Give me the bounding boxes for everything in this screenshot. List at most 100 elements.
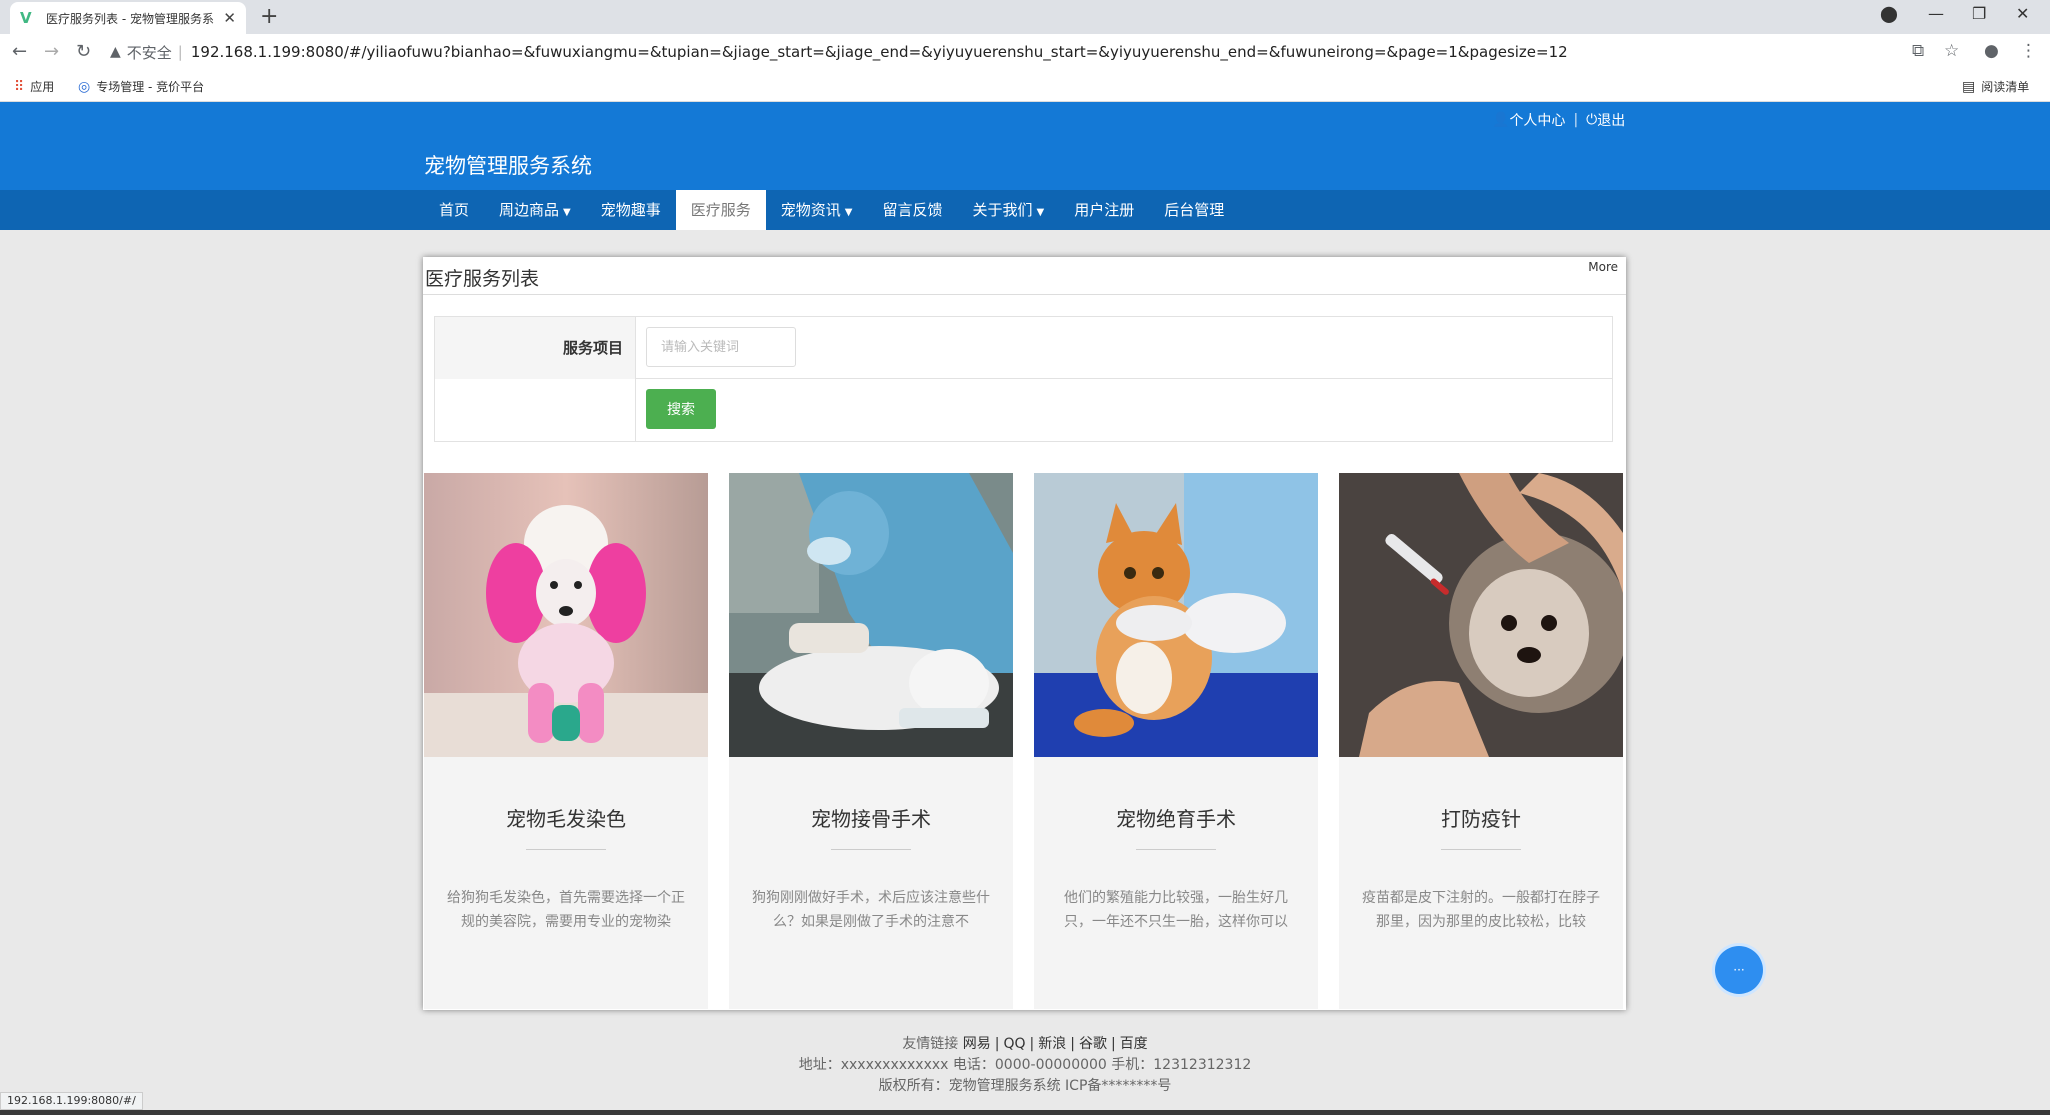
restore-icon[interactable]: ❐ bbox=[1972, 4, 1986, 23]
nav-register[interactable]: 用户注册 bbox=[1059, 190, 1149, 230]
divider bbox=[526, 849, 606, 850]
user-center-link[interactable]: 个人中心 bbox=[1509, 110, 1565, 130]
taskbar-strip bbox=[0, 1110, 2050, 1115]
close-tab-icon[interactable]: ✕ bbox=[223, 9, 236, 27]
friend-links-label: 友情链接 bbox=[902, 1036, 959, 1052]
footer-link-sina[interactable]: 新浪 bbox=[1038, 1036, 1066, 1052]
profile-dropdown-icon[interactable]: ⬤ bbox=[1880, 4, 1898, 23]
footer-link-google[interactable]: 谷歌 bbox=[1079, 1036, 1107, 1052]
chevron-down-icon: ▼ bbox=[563, 207, 571, 218]
card-description: 给狗狗毛发染色，首先需要选择一个正规的美容院，需要用专业的宠物染 bbox=[447, 890, 685, 930]
back-icon[interactable]: ← bbox=[12, 41, 27, 62]
card-title[interactable]: 宠物毛发染色 bbox=[424, 803, 708, 832]
service-search-input[interactable] bbox=[646, 327, 796, 367]
reading-list-icon: ▤ bbox=[1962, 78, 1976, 95]
orange-cat-vet-image bbox=[1034, 473, 1318, 757]
card-title[interactable]: 宠物接骨手术 bbox=[729, 803, 1013, 832]
url-field[interactable]: ▲ 不安全 | 192.168.1.199:8080/#/yiliaofuwu?… bbox=[110, 39, 1900, 65]
divider: | bbox=[1573, 112, 1579, 128]
divider bbox=[1441, 849, 1521, 850]
insecure-label: 不安全 bbox=[126, 43, 172, 62]
reload-icon[interactable]: ↻ bbox=[76, 41, 91, 62]
nav-pet-news[interactable]: 宠物资讯 ▼ bbox=[766, 190, 868, 230]
nav-home[interactable]: 首页 bbox=[424, 190, 484, 230]
translate-icon[interactable]: ⧉ bbox=[1912, 41, 1924, 61]
address-bar: ← → ↻ ▲ 不安全 | 192.168.1.199:8080/#/yilia… bbox=[0, 34, 2050, 70]
window-close-icon[interactable]: ✕ bbox=[2016, 4, 2029, 23]
minimize-icon[interactable]: — bbox=[1928, 4, 1944, 23]
nav-label: 关于我们 bbox=[972, 201, 1033, 219]
bookmarks-bar: ⠿ 应用 ◎ 专场管理 - 竞价平台 ▤ 阅读清单 bbox=[0, 70, 2050, 102]
chevron-down-icon: ▼ bbox=[1036, 207, 1045, 218]
service-image[interactable] bbox=[729, 473, 1013, 757]
forward-icon[interactable]: → bbox=[44, 41, 59, 62]
card-description: 狗狗刚刚做好手术，术后应该注意些什么？如果是刚做了手术的注意不 bbox=[752, 890, 990, 930]
panel-header: 医疗服务列表 More bbox=[423, 257, 1626, 295]
divider: | bbox=[994, 1036, 1000, 1052]
nav-label: 后台管理 bbox=[1164, 201, 1225, 219]
card-title[interactable]: 宠物绝育手术 bbox=[1034, 803, 1318, 832]
site-logo-icon: ◎ bbox=[78, 78, 91, 95]
dog-vaccine-image bbox=[1339, 473, 1623, 757]
card-description: 疫苗都是皮下注射的。一般都打在脖子那里，因为那里的皮比较松，比较 bbox=[1362, 890, 1600, 930]
site-title: 宠物管理服务系统 bbox=[424, 154, 592, 178]
browser-tab[interactable]: V 医疗服务列表 - 宠物管理服务系 ✕ bbox=[10, 2, 246, 34]
site-header: 👤 个人中心 | ⏻ 退出 宠物管理服务系统 bbox=[0, 102, 2050, 190]
url-text: 192.168.1.199:8080/#/yiliaofuwu?bianhao=… bbox=[190, 43, 1568, 61]
bookmark-site[interactable]: ◎ 专场管理 - 竞价平台 bbox=[78, 78, 204, 95]
profile-icon[interactable]: ● bbox=[1984, 41, 1999, 61]
bookmark-label: 专场管理 - 竞价平台 bbox=[96, 80, 205, 94]
vue-favicon-icon: V bbox=[20, 9, 32, 27]
service-card[interactable]: 宠物接骨手术 狗狗刚刚做好手术，术后应该注意些什么？如果是刚做了手术的注意不 bbox=[729, 473, 1013, 1009]
nav-label: 留言反馈 bbox=[882, 201, 943, 219]
nav-label: 用户注册 bbox=[1074, 201, 1135, 219]
nav-label: 宠物趣事 bbox=[600, 201, 661, 219]
divider bbox=[831, 849, 911, 850]
card-description: 他们的繁殖能力比较强，一胎生好几只，一年还不只生一胎，这样你可以 bbox=[1064, 890, 1288, 930]
power-icon: ⏻ bbox=[1586, 112, 1598, 128]
footer-link-baidu[interactable]: 百度 bbox=[1120, 1036, 1148, 1052]
footer-link-qq[interactable]: QQ bbox=[1003, 1036, 1025, 1052]
reading-list[interactable]: ▤ 阅读清单 bbox=[1962, 78, 2029, 95]
dots-icon: ··· bbox=[1733, 963, 1745, 977]
divider: | bbox=[1070, 1036, 1075, 1052]
service-card[interactable]: 宠物绝育手术 他们的繁殖能力比较强，一胎生好几只，一年还不只生一胎，这样你可以 bbox=[1034, 473, 1318, 1009]
service-cards: 宠物毛发染色 给狗狗毛发染色，首先需要选择一个正规的美容院，需要用专业的宠物染 bbox=[424, 473, 1625, 1009]
divider bbox=[1136, 849, 1216, 850]
divider: | bbox=[1110, 1036, 1116, 1052]
bookmark-label: 应用 bbox=[30, 80, 55, 94]
nav-about[interactable]: 关于我们 ▼ bbox=[958, 190, 1060, 230]
nav-medical-service[interactable]: 医疗服务 bbox=[675, 190, 766, 230]
service-image[interactable] bbox=[1034, 473, 1318, 757]
empty-label bbox=[435, 379, 636, 441]
service-image[interactable] bbox=[1339, 473, 1623, 757]
nav-feedback[interactable]: 留言反馈 bbox=[867, 190, 957, 230]
nav-products[interactable]: 周边商品 ▼ bbox=[484, 190, 586, 230]
card-title[interactable]: 打防疫针 bbox=[1339, 803, 1623, 832]
menu-kebab-icon[interactable]: ⋮ bbox=[2020, 41, 2037, 61]
service-list-panel: 医疗服务列表 More 服务项目 搜索 bbox=[423, 257, 1626, 1010]
user-links: 👤 个人中心 | ⏻ 退出 bbox=[1492, 110, 1625, 130]
logout-link[interactable]: 退出 bbox=[1597, 110, 1625, 130]
nav-label: 医疗服务 bbox=[690, 201, 751, 219]
search-row-keyword: 服务项目 bbox=[435, 317, 1612, 379]
user-icon: 👤 bbox=[1492, 112, 1510, 128]
new-tab-icon[interactable]: + bbox=[260, 4, 278, 29]
bookmark-star-icon[interactable]: ☆ bbox=[1944, 41, 1959, 61]
nav-admin[interactable]: 后台管理 bbox=[1149, 190, 1239, 230]
footer-copyright: 版权所有：宠物管理服务系统 ICP备********号 bbox=[878, 1078, 1172, 1094]
floating-widget-button[interactable]: ··· bbox=[1715, 946, 1763, 994]
url-separator: | bbox=[177, 43, 183, 61]
service-image[interactable] bbox=[424, 473, 708, 757]
bookmark-apps[interactable]: ⠿ 应用 bbox=[14, 78, 54, 95]
tab-title: 医疗服务列表 - 宠物管理服务系 bbox=[46, 11, 214, 26]
site-footer: 友情链接 网易 | QQ | 新浪 | 谷歌 | 百度 地址：xxxxxxxxxxxxx 电话：… bbox=[0, 1034, 2050, 1097]
more-link[interactable]: More bbox=[1588, 260, 1618, 274]
nav-pet-stories[interactable]: 宠物趣事 bbox=[586, 190, 676, 230]
search-button[interactable]: 搜索 bbox=[646, 389, 716, 429]
panel-title: 医疗服务列表 bbox=[425, 268, 540, 290]
service-card[interactable]: 宠物毛发染色 给狗狗毛发染色，首先需要选择一个正规的美容院，需要用专业的宠物染 bbox=[424, 473, 708, 1009]
cat-surgery-image bbox=[729, 473, 1013, 757]
footer-link-netease[interactable]: 网易 bbox=[963, 1036, 991, 1052]
service-card[interactable]: 打防疫针 疫苗都是皮下注射的。一般都打在脖子那里，因为那里的皮比较松，比较 bbox=[1339, 473, 1623, 1009]
